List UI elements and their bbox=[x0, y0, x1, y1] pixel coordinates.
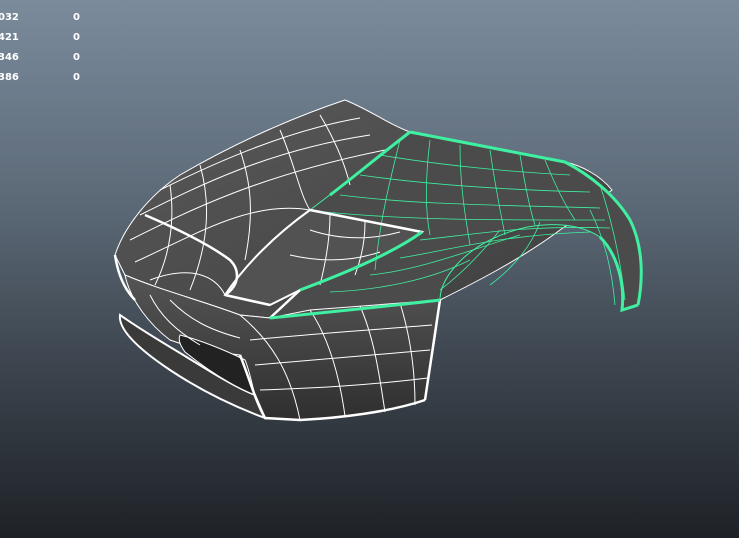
viewport-3d[interactable]: 032 0 421 0 346 0 386 0 bbox=[0, 0, 739, 538]
car-body-mesh[interactable] bbox=[0, 0, 739, 538]
